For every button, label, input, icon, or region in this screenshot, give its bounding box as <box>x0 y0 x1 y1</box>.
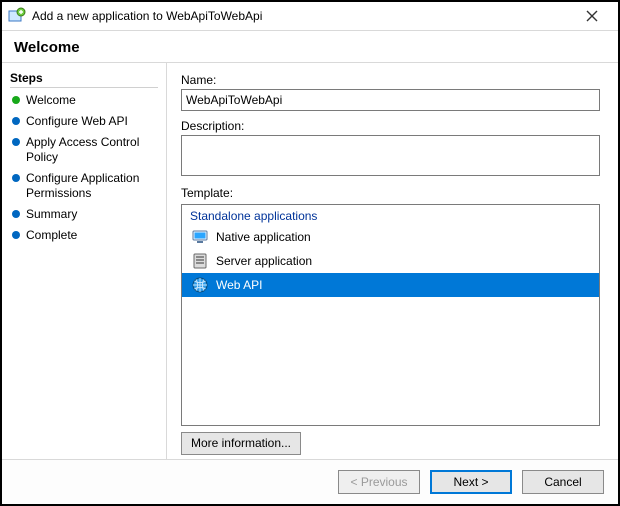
template-label: Web API <box>216 278 262 292</box>
step-complete[interactable]: Complete <box>10 225 158 246</box>
step-configure-web-api[interactable]: Configure Web API <box>10 111 158 132</box>
server-icon <box>190 251 210 271</box>
next-button[interactable]: Next > <box>430 470 512 494</box>
template-server-application[interactable]: Server application <box>182 249 599 273</box>
template-label: Server application <box>216 254 312 268</box>
template-label: Template: <box>181 186 600 200</box>
step-bullet-icon <box>12 210 20 218</box>
step-label: Welcome <box>26 93 76 108</box>
name-label: Name: <box>181 73 600 87</box>
step-welcome[interactable]: Welcome <box>10 90 158 111</box>
step-label: Configure Application Permissions <box>26 171 158 201</box>
name-input[interactable] <box>181 89 600 110</box>
cancel-button[interactable]: Cancel <box>522 470 604 494</box>
template-list[interactable]: Standalone applications Native applicati… <box>181 204 600 426</box>
step-label: Summary <box>26 207 77 222</box>
steps-heading: Steps <box>10 71 158 88</box>
step-configure-application-permissions[interactable]: Configure Application Permissions <box>10 168 158 204</box>
title-bar: Add a new application to WebApiToWebApi <box>2 2 618 31</box>
step-bullet-icon <box>12 117 20 125</box>
description-label: Description: <box>181 119 600 133</box>
globe-icon <box>190 275 210 295</box>
previous-button: < Previous <box>338 470 420 494</box>
step-apply-access-control-policy[interactable]: Apply Access Control Policy <box>10 132 158 168</box>
step-label: Complete <box>26 228 77 243</box>
step-summary[interactable]: Summary <box>10 204 158 225</box>
dialog-window: Add a new application to WebApiToWebApi … <box>0 0 620 506</box>
step-label: Apply Access Control Policy <box>26 135 158 165</box>
dialog-footer: < Previous Next > Cancel <box>2 459 618 504</box>
template-web-api[interactable]: Web API <box>182 273 599 297</box>
template-native-application[interactable]: Native application <box>182 225 599 249</box>
monitor-icon <box>190 227 210 247</box>
main-panel: Name: Description: Template: Standalone … <box>167 63 618 459</box>
page-title: Welcome <box>14 39 606 56</box>
step-bullet-icon <box>12 138 20 146</box>
steps-sidebar: Steps Welcome Configure Web API Apply Ac… <box>2 63 167 459</box>
page-header: Welcome <box>2 31 618 62</box>
step-bullet-icon <box>12 231 20 239</box>
step-bullet-icon <box>12 96 20 104</box>
more-information-button[interactable]: More information... <box>181 432 301 455</box>
description-input[interactable] <box>181 135 600 176</box>
dialog-body: Steps Welcome Configure Web API Apply Ac… <box>2 62 618 459</box>
close-button[interactable] <box>572 2 612 30</box>
dialog-title: Add a new application to WebApiToWebApi <box>32 9 262 23</box>
template-group-header: Standalone applications <box>182 205 599 225</box>
step-label: Configure Web API <box>26 114 128 129</box>
app-icon <box>8 7 26 25</box>
template-label: Native application <box>216 230 311 244</box>
step-bullet-icon <box>12 174 20 182</box>
